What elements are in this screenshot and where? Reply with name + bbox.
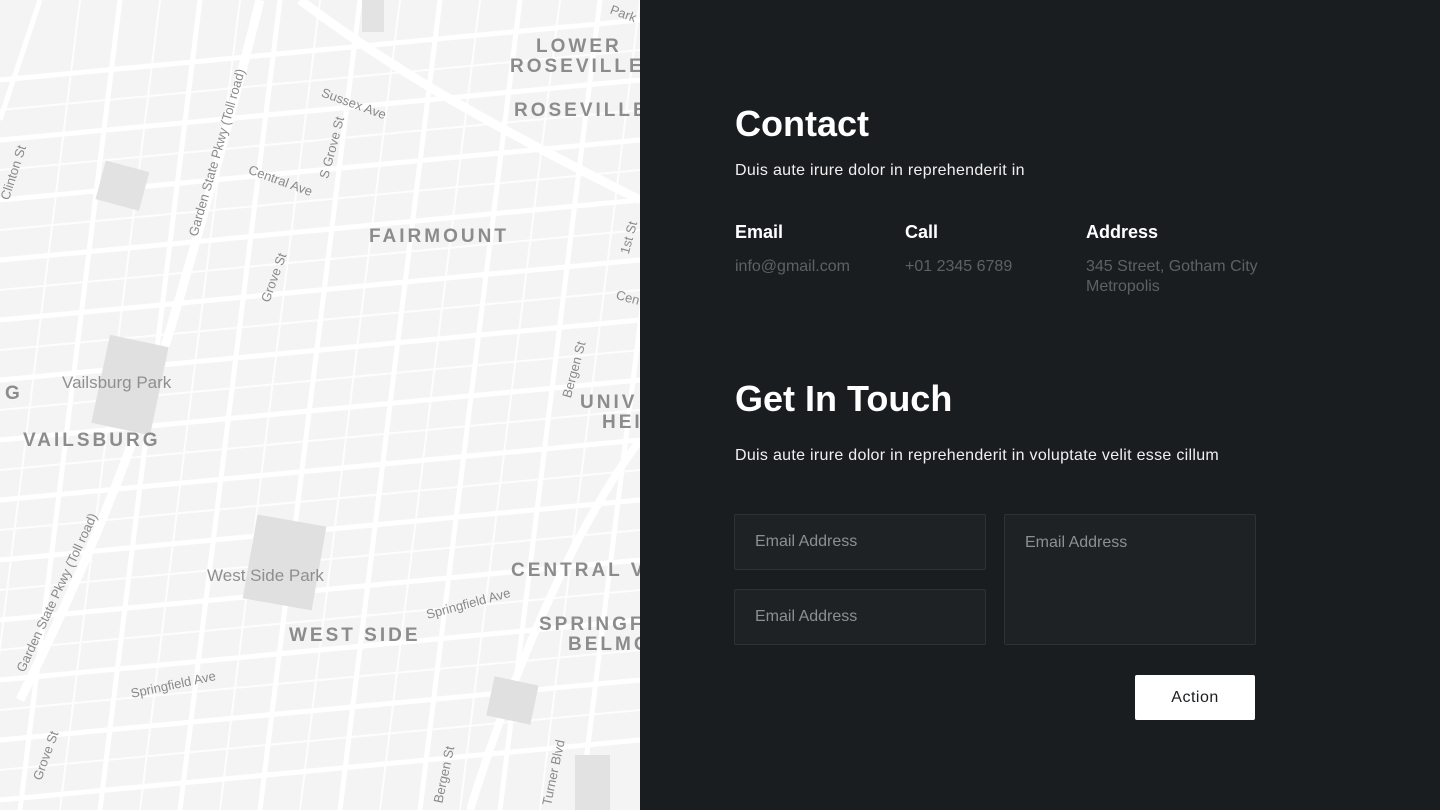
area-label-edge: G: [5, 383, 23, 404]
contact-subtitle: Duis aute irure dolor in reprehenderit i…: [735, 162, 1025, 179]
address-line1: 345 Street, Gotham City: [1086, 258, 1258, 275]
area-label-university: UNIV: [580, 392, 638, 413]
map-block: [362, 0, 384, 32]
park-label-west-side: West Side Park: [207, 566, 324, 585]
area-label-fairmount: FAIRMOUNT: [369, 226, 509, 247]
email-field-1[interactable]: [734, 514, 986, 570]
area-label-springfield: SPRINGF: [539, 614, 640, 635]
email-value[interactable]: info@gmail.com: [735, 257, 850, 277]
message-field[interactable]: [1004, 514, 1256, 645]
area-label-heights: HEI: [602, 412, 640, 433]
email-field-2[interactable]: [734, 589, 986, 645]
map[interactable]: LOWER ROSEVILLE ROSEVILLE FAIRMOUNT VAIL…: [0, 0, 640, 810]
area-label-roseville-lower: ROSEVILLE: [510, 56, 640, 77]
park-label-vailsburg: Vailsburg Park: [62, 373, 172, 392]
map-block: [575, 755, 610, 810]
map-block: [95, 160, 150, 211]
call-value[interactable]: +01 2345 6789: [905, 257, 1012, 277]
area-label-vailsburg: VAILSBURG: [23, 430, 161, 451]
address-line2: Metropolis: [1086, 278, 1160, 295]
area-label-roseville: ROSEVILLE: [514, 100, 640, 121]
area-label-central: CENTRAL V: [511, 560, 640, 581]
address-label: Address: [1086, 222, 1159, 242]
area-label-belmont: BELMO: [568, 634, 640, 655]
contact-title: Contact: [735, 103, 869, 144]
action-button[interactable]: Action: [1135, 675, 1255, 720]
touch-subtitle: Duis aute irure dolor in reprehenderit i…: [735, 447, 1220, 464]
contact-panel: Contact Duis aute irure dolor in reprehe…: [640, 0, 1440, 810]
call-label: Call: [905, 222, 939, 242]
map-block: [486, 676, 539, 725]
area-label-west-side: WEST SIDE: [289, 625, 421, 646]
area-label-lower: LOWER: [536, 36, 622, 57]
touch-title: Get In Touch: [735, 378, 953, 419]
email-label: Email: [735, 222, 784, 242]
park-area: [242, 514, 327, 611]
